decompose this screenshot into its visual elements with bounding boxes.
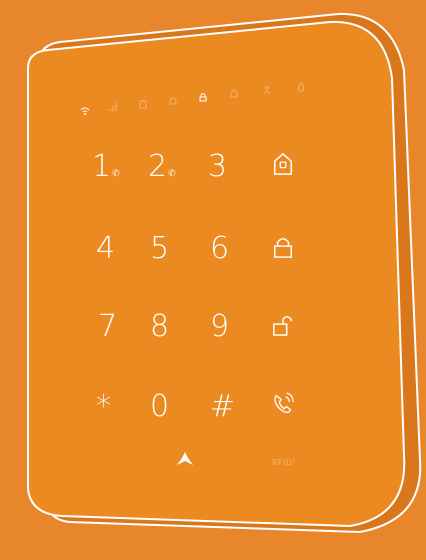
alarm-bell-icon [168,96,178,106]
wifi-icon [80,106,90,116]
key-label: # [210,389,236,424]
key-label: 4 [96,231,116,266]
rfid-wave-icon: ) [292,458,296,465]
phone-call-icon [272,392,294,420]
key-label: * [96,389,111,424]
brand-logo-icon [177,452,193,466]
key-phone-call[interactable] [272,392,294,420]
key-digit-8[interactable]: 8 [150,312,169,342]
key-label: 0 [150,389,170,424]
key-digit-4[interactable]: 4 [96,234,115,264]
key-unlock[interactable] [272,312,294,342]
keypad-device [27,12,422,534]
key-label: 8 [150,309,170,344]
product-photo: 1✆ 2✆ 3 4 5 6 7 8 9 * 0 # RFID) [0,0,426,560]
key-label: 6 [210,231,230,266]
key-digit-3[interactable]: 3 [208,152,227,182]
person-icon [262,85,272,95]
key-lock-arm[interactable] [272,234,294,264]
key-label: 7 [98,309,118,344]
key-digit-star[interactable]: * [96,392,111,422]
key-label: 5 [150,231,170,266]
rfid-label: RFID) [272,458,296,467]
signal-icon [108,102,118,112]
key-label: 9 [210,309,230,344]
rfid-text: RFID [272,458,293,467]
key-digit-6[interactable]: 6 [210,234,229,264]
key-label: 3 [208,149,228,184]
arm-lock-icon [198,92,208,102]
key-label: 1 [92,149,112,184]
key-digit-2[interactable]: 2✆ [148,152,176,182]
key-digit-9[interactable]: 9 [210,312,229,342]
lock-arm-icon [272,238,294,264]
home-lock-icon [229,88,239,98]
key-digit-7[interactable]: 7 [98,312,117,342]
home-arm-icon [272,152,294,180]
key-label: 2 [148,149,168,184]
key-digit-5[interactable]: 5 [150,234,169,264]
key-home-arm[interactable] [272,152,294,180]
key-digit-0[interactable]: 0 [150,392,169,422]
unlock-icon [272,316,294,342]
device-front [27,20,406,528]
phone-small-icon: ✆ [112,169,120,179]
battery-icon [138,99,148,109]
fire-icon [296,82,306,92]
phone-small-icon: ✆ [168,169,176,179]
key-digit-1[interactable]: 1✆ [92,152,120,182]
key-digit-hash[interactable]: # [210,392,235,422]
